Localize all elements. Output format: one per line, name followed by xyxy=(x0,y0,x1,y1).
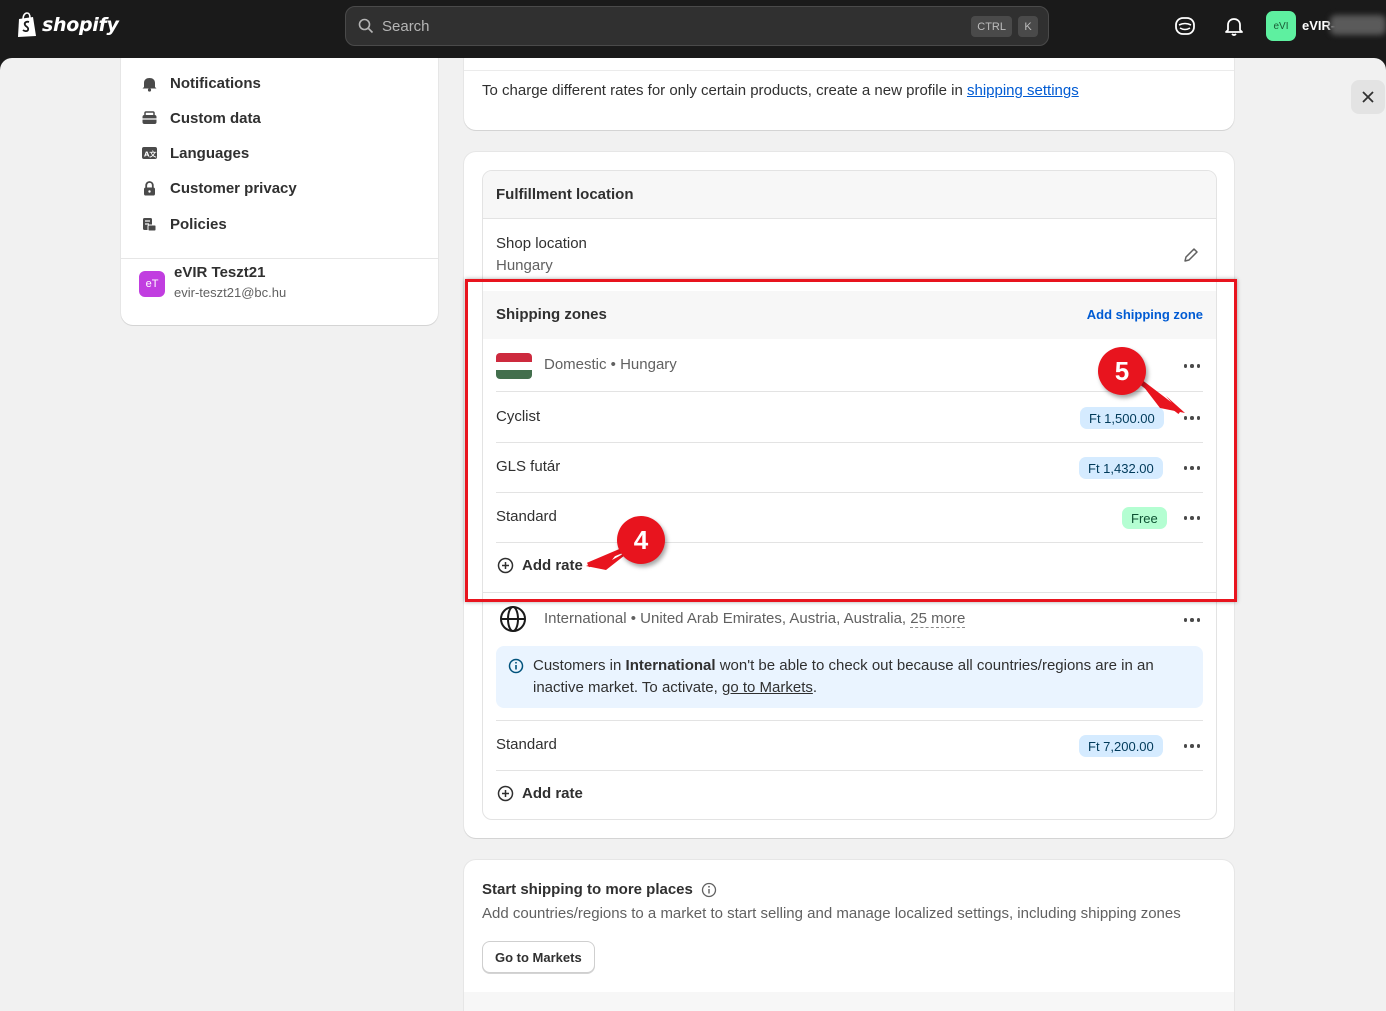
brand-name: shopify xyxy=(42,14,119,36)
card-footer xyxy=(464,992,1234,1011)
shop-location-title: Shop location xyxy=(496,235,587,252)
divider xyxy=(496,720,1203,721)
shortcut-ctrl-key: CTRL xyxy=(971,16,1012,37)
card-top-strip xyxy=(464,58,1234,71)
go-to-markets-link[interactable]: go to Markets xyxy=(722,679,813,696)
international-zone-title: International • United Arab Emirates, Au… xyxy=(544,610,966,628)
sidebar-item-policies[interactable]: Policies xyxy=(141,213,227,235)
shortcut-k-key: K xyxy=(1018,16,1038,37)
add-rate-button[interactable]: Add rate xyxy=(497,785,583,802)
globe-icon xyxy=(500,606,526,632)
search-input[interactable]: Search CTRL K xyxy=(345,6,1049,46)
rate-name: Standard xyxy=(496,736,557,753)
info-icon xyxy=(508,658,524,674)
start-shipping-description: Add countries/regions to a market to sta… xyxy=(482,905,1181,922)
more-countries-link[interactable]: 25 more xyxy=(910,610,966,628)
svg-text:A文: A文 xyxy=(144,149,157,158)
start-shipping-card: Start shipping to more places Add countr… xyxy=(464,860,1234,1011)
settings-sidebar: Notifications Custom data A文 Languages C… xyxy=(121,58,438,325)
sidebar-item-customer-privacy[interactable]: Customer privacy xyxy=(141,177,297,199)
sidekick-icon[interactable] xyxy=(1173,14,1197,38)
shopify-bag-icon xyxy=(18,12,36,37)
close-button[interactable] xyxy=(1351,80,1385,114)
redacted-store-name xyxy=(1330,15,1386,35)
close-icon xyxy=(1362,91,1374,103)
language-icon: A文 xyxy=(142,146,157,159)
account-avatar[interactable]: eT xyxy=(139,271,165,297)
sidebar-item-label: Customer privacy xyxy=(170,179,297,197)
inactive-market-banner: Customers in International won't be able… xyxy=(496,646,1203,708)
start-shipping-title: Start shipping to more places xyxy=(482,881,717,898)
plus-circle-icon xyxy=(497,785,514,802)
international-zone-more-button[interactable] xyxy=(1180,608,1204,632)
sidebar-item-notifications[interactable]: Notifications xyxy=(141,72,261,94)
rate-more-button[interactable] xyxy=(1180,734,1204,758)
fulfillment-title: Fulfillment location xyxy=(496,186,634,203)
sidebar-item-label: Policies xyxy=(170,215,227,233)
highlight-box xyxy=(465,279,1237,602)
step-marker-4: 4 xyxy=(617,516,665,564)
divider xyxy=(496,770,1203,771)
go-to-markets-button[interactable]: Go to Markets xyxy=(482,941,595,973)
shipping-settings-link[interactable]: shipping settings xyxy=(967,82,1079,99)
sidebar-item-custom-data[interactable]: Custom data xyxy=(141,107,261,129)
search-icon xyxy=(358,18,374,34)
account-store-name[interactable]: eVIR Teszt21 xyxy=(174,264,265,281)
banner-text: Customers in International won't be able… xyxy=(533,657,1154,696)
search-placeholder: Search xyxy=(382,17,430,35)
policies-icon xyxy=(143,217,157,231)
bell-icon[interactable] xyxy=(1222,14,1246,38)
sidebar-item-languages[interactable]: A文 Languages xyxy=(141,142,249,164)
store-avatar[interactable]: eVI xyxy=(1266,11,1296,41)
shopify-logo[interactable]: shopify xyxy=(16,12,119,38)
shop-location-country: Hungary xyxy=(496,257,553,274)
step-marker-5: 5 xyxy=(1098,347,1146,395)
edit-pencil-icon[interactable] xyxy=(1182,246,1200,264)
custom-data-icon xyxy=(142,110,157,124)
lock-icon xyxy=(144,180,155,195)
profile-notice-text: To charge different rates for only certa… xyxy=(482,82,1079,99)
top-bar: shopify Search CTRL K eVI eVIR- xyxy=(0,0,1386,58)
rate-price-badge: Ft 7,200.00 xyxy=(1079,735,1163,757)
bell-icon xyxy=(142,77,157,92)
divider xyxy=(121,258,438,259)
profile-notice-card: To charge different rates for only certa… xyxy=(464,58,1234,130)
account-email: evir-teszt21@bc.hu xyxy=(174,285,287,300)
sidebar-item-label: Notifications xyxy=(170,74,261,92)
info-icon[interactable] xyxy=(701,882,717,898)
sidebar-item-label: Custom data xyxy=(170,109,261,127)
sidebar-item-label: Languages xyxy=(170,144,250,162)
